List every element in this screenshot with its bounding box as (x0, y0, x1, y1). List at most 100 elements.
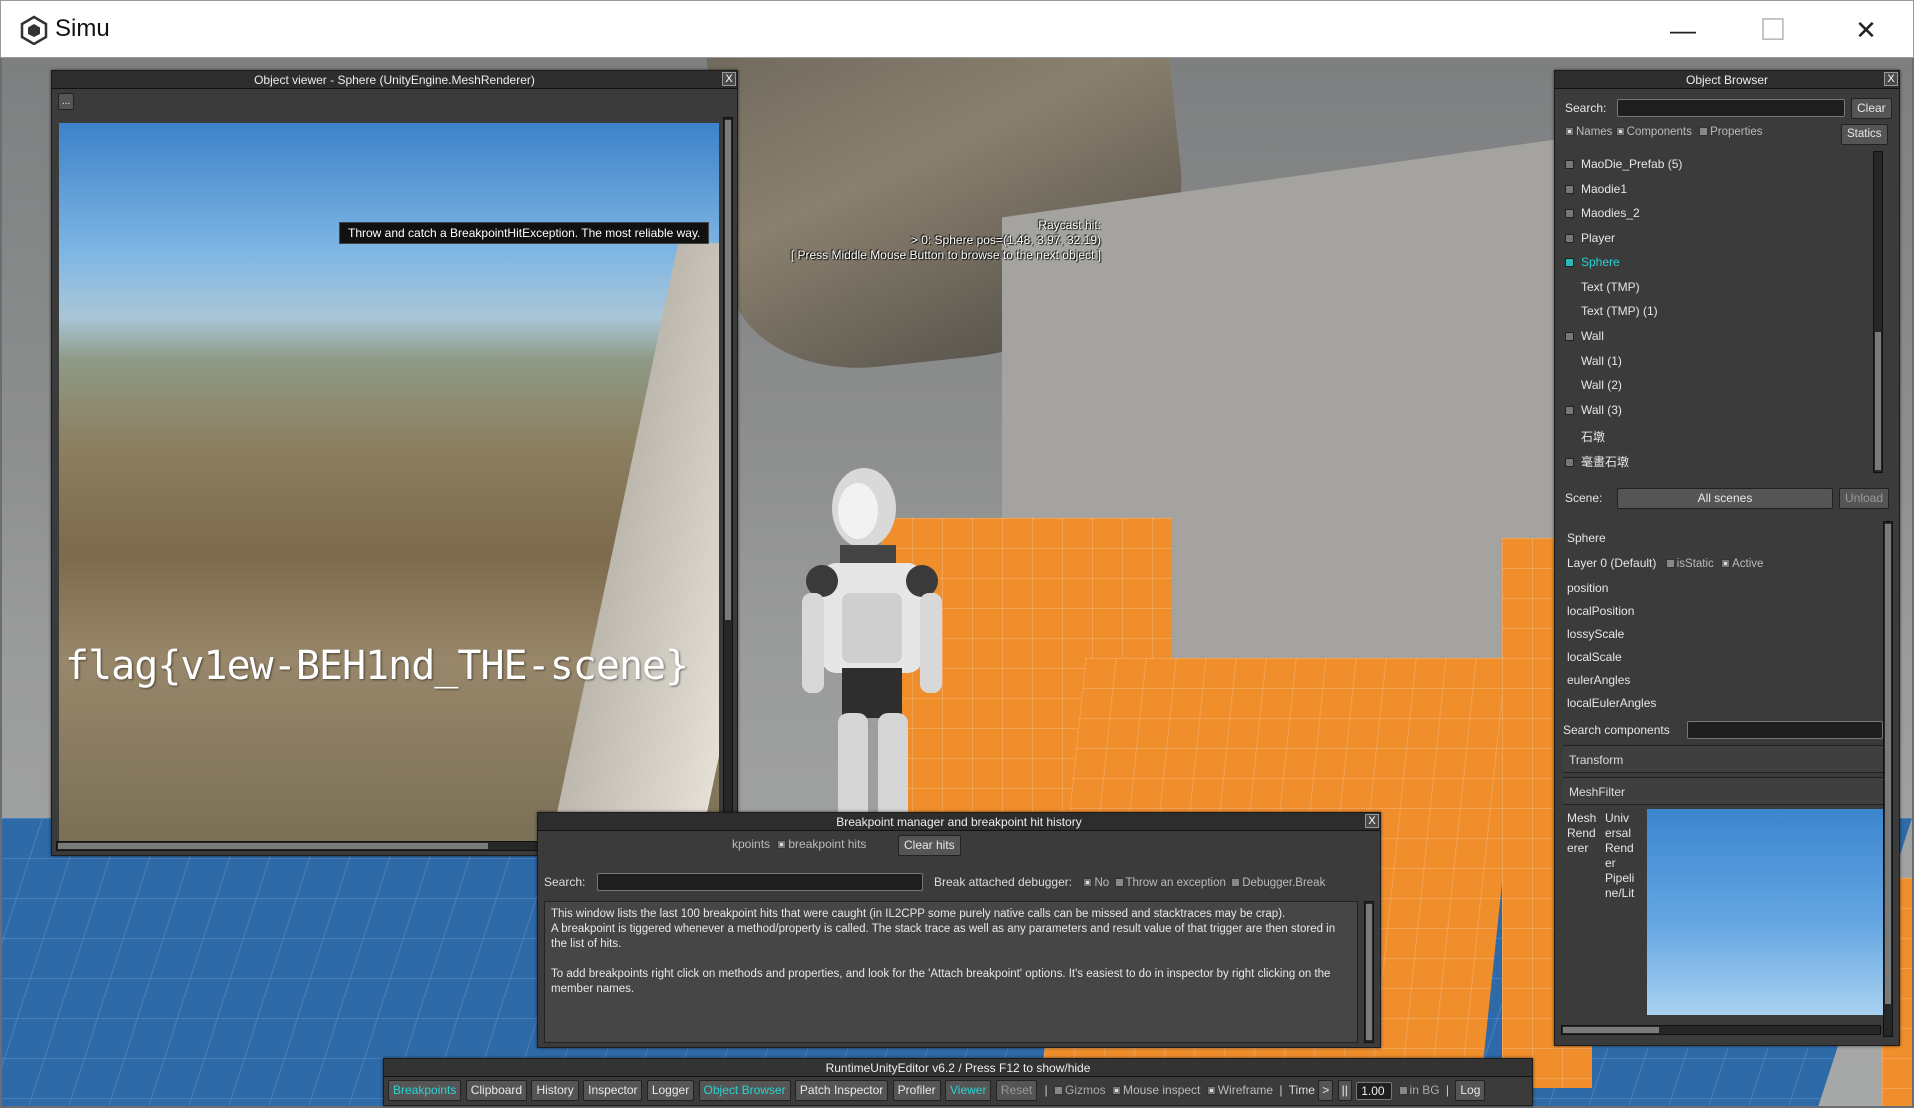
tree-item[interactable]: Wall (1) (1581, 354, 1622, 368)
breakpoint-scrollbar[interactable] (1364, 901, 1374, 1043)
scroll-thumb[interactable] (1875, 332, 1881, 470)
property-local-euler-angles[interactable]: localEulerAngles (1567, 696, 1656, 710)
tree-item[interactable]: Maodies_2 (1565, 206, 1640, 220)
toolbar-viewer-button[interactable]: Viewer (945, 1080, 992, 1101)
object-viewer-close-button[interactable]: X (722, 72, 736, 86)
object-browser-title[interactable]: Object Browser X (1555, 71, 1899, 89)
breakpoint-manager-close-button[interactable]: X (1365, 814, 1379, 828)
scroll-thumb[interactable] (725, 120, 731, 620)
tree-item[interactable]: Text (TMP) (1) (1581, 304, 1658, 318)
property-euler-angles[interactable]: eulerAngles (1567, 673, 1630, 687)
break-option-no[interactable]: No (1083, 877, 1109, 889)
tab-breakpoint-hits[interactable]: breakpoint hits (777, 837, 866, 851)
toolbar-reset-button[interactable]: Reset (995, 1080, 1038, 1101)
component-transform[interactable]: Transform (1563, 745, 1887, 773)
tree-item[interactable]: Text (TMP) (1581, 280, 1640, 294)
inspector-scrollbar[interactable] (1883, 521, 1893, 1037)
toolbar-logger-button[interactable]: Logger (646, 1080, 695, 1101)
property-local-scale[interactable]: localScale (1567, 650, 1622, 664)
toolbar-history-button[interactable]: History (531, 1080, 579, 1101)
expand-icon[interactable] (1565, 209, 1574, 218)
toolbar-wireframe-toggle[interactable]: Wireframe (1206, 1083, 1273, 1097)
tree-item-label: Maodie1 (1581, 182, 1628, 196)
break-debugger-options: Break attached debugger: No Throw an exc… (934, 875, 1325, 889)
tree-item-selected[interactable]: Sphere (1565, 255, 1620, 269)
object-search-input[interactable] (1617, 99, 1845, 117)
tree-item[interactable]: Maodie1 (1565, 182, 1627, 196)
scroll-thumb[interactable] (1366, 904, 1372, 1040)
maximize-button[interactable]: ☐ (1743, 7, 1803, 53)
expand-icon[interactable] (1565, 234, 1574, 243)
expand-icon[interactable] (1565, 332, 1574, 341)
toolbar-log-button[interactable]: Log (1455, 1080, 1486, 1101)
time-scale-input[interactable]: 1.00 (1356, 1081, 1393, 1100)
component-meshfilter[interactable]: MeshFilter (1563, 777, 1887, 805)
active-label: Active (1732, 558, 1764, 570)
active-checkbox[interactable]: Active (1721, 558, 1763, 570)
tree-item[interactable]: Wall (2) (1581, 378, 1622, 392)
object-viewer-vscrollbar[interactable] (723, 117, 733, 847)
search-components-input[interactable] (1687, 721, 1883, 739)
tree-item-label: Wall (1) (1581, 354, 1622, 368)
break-option-debugger[interactable]: Debugger.Break (1231, 877, 1325, 889)
time-pause-button[interactable]: || (1337, 1080, 1352, 1101)
is-static-checkbox[interactable]: isStatic (1665, 558, 1714, 570)
filter-names-checkbox[interactable]: Names (1565, 126, 1612, 138)
checkbox-icon (1721, 559, 1731, 569)
breakpoint-manager-title[interactable]: Breakpoint manager and breakpoint hit hi… (538, 813, 1380, 831)
toolbar-patch-inspector-button[interactable]: Patch Inspector (794, 1080, 889, 1101)
toolbar-object-browser-button[interactable]: Object Browser (698, 1080, 791, 1101)
object-tree-scrollbar[interactable] (1873, 151, 1883, 473)
object-browser-close-button[interactable]: X (1884, 72, 1898, 86)
breakpoint-search-input[interactable] (597, 873, 923, 891)
tree-item[interactable]: MaoDie_Prefab (5) (1565, 157, 1682, 171)
meshrenderer-shader: Univ ersal Rend er Pipeli ne/Lit (1605, 811, 1635, 900)
scene-label: Scene: (1565, 491, 1603, 505)
breakpoint-help-text: This window lists the last 100 breakpoin… (544, 901, 1358, 1043)
raycast-line-2: > 0: Sphere pos=(1.48, 3.97, 32.19) (910, 233, 1101, 247)
layer-label[interactable]: Layer 0 (Default) (1567, 556, 1656, 570)
checkbox-icon (1398, 1086, 1408, 1096)
toolbar-gizmos-toggle[interactable]: Gizmos (1054, 1083, 1106, 1097)
filter-components-checkbox[interactable]: Components (1615, 126, 1692, 138)
scene-selector[interactable]: All scenes (1617, 488, 1833, 509)
property-position[interactable]: position (1567, 581, 1608, 595)
toolbar-in-bg-toggle[interactable]: in BG (1398, 1083, 1440, 1097)
expand-icon[interactable] (1565, 185, 1574, 194)
tree-item-label: Text (TMP) (1581, 280, 1640, 294)
expand-icon[interactable] (1565, 258, 1574, 267)
scroll-thumb[interactable] (1563, 1027, 1659, 1033)
property-lossy-scale[interactable]: lossyScale (1567, 627, 1624, 641)
statics-button[interactable]: Statics (1841, 124, 1888, 145)
unload-scene-button[interactable]: Unload (1839, 488, 1890, 509)
property-local-position[interactable]: localPosition (1567, 604, 1634, 618)
break-option-throw[interactable]: Throw an exception (1114, 877, 1226, 889)
tree-item[interactable]: Wall (1565, 329, 1604, 343)
toolbar-mouse-inspect-toggle[interactable]: Mouse inspect (1112, 1083, 1200, 1097)
toolbar-profiler-button[interactable]: Profiler (892, 1080, 941, 1101)
expand-icon[interactable] (1565, 406, 1574, 415)
inspector-hscrollbar[interactable] (1561, 1025, 1881, 1035)
object-viewer-menu-button[interactable]: ... (58, 93, 75, 110)
tree-item[interactable]: 石墩 (1581, 428, 1605, 445)
expand-icon[interactable] (1565, 458, 1574, 467)
tab-breakpoint-hits-label: breakpoint hits (788, 837, 867, 851)
component-meshrenderer[interactable]: Mesh Rend erer (1567, 811, 1603, 856)
clear-hits-button[interactable]: Clear hits (898, 835, 961, 856)
tab-breakpoints[interactable]: kpoints (732, 837, 770, 851)
time-play-button[interactable]: > (1318, 1080, 1334, 1101)
filter-properties-checkbox[interactable]: Properties (1699, 126, 1762, 138)
scroll-thumb[interactable] (58, 843, 488, 849)
toolbar-breakpoints-button[interactable]: Breakpoints (388, 1080, 462, 1101)
minimize-button[interactable]: — (1653, 7, 1713, 53)
scroll-thumb[interactable] (1885, 524, 1891, 1004)
expand-icon[interactable] (1565, 160, 1574, 169)
close-window-button[interactable]: ✕ (1836, 7, 1896, 53)
clear-search-button[interactable]: Clear (1851, 98, 1892, 119)
toolbar-clipboard-button[interactable]: Clipboard (465, 1080, 528, 1101)
toolbar-inspector-button[interactable]: Inspector (583, 1080, 643, 1101)
tree-item[interactable]: Wall (3) (1565, 403, 1622, 417)
tree-item[interactable]: Player (1565, 231, 1615, 245)
object-viewer-title[interactable]: Object viewer - Sphere (UnityEngine.Mesh… (52, 71, 737, 89)
tree-item[interactable]: 毫畫石墩 (1565, 453, 1629, 470)
